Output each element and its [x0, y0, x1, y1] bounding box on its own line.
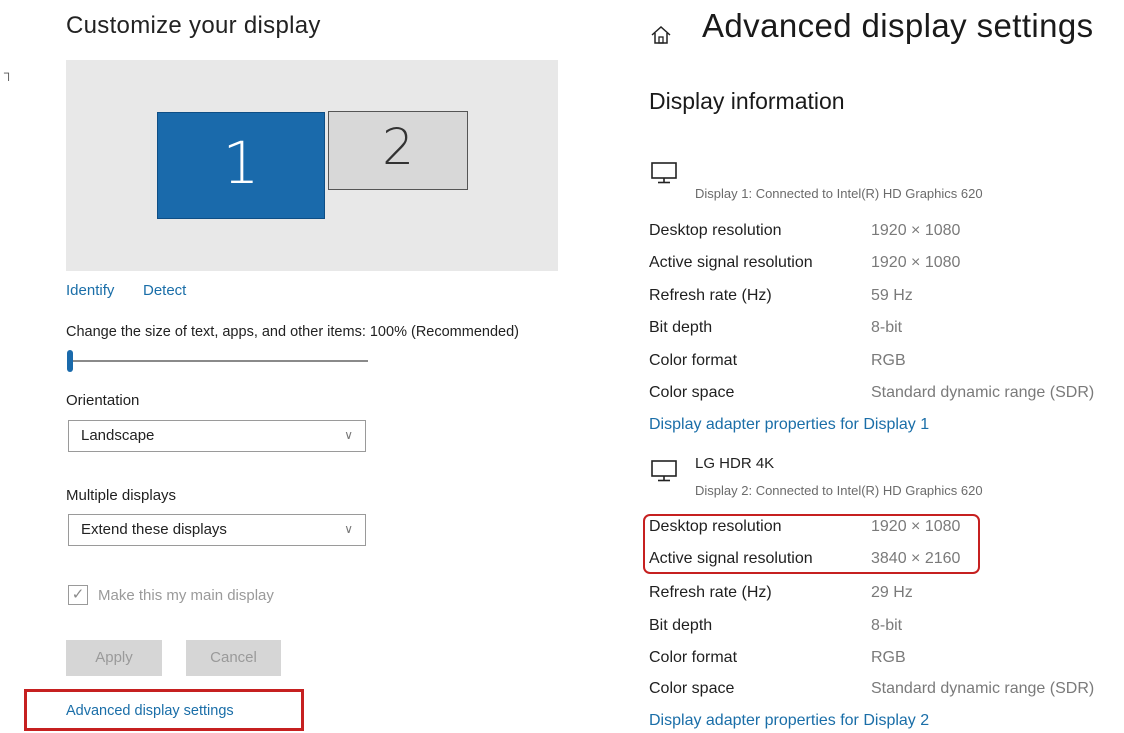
display-arrangement-area[interactable]: 1 2	[66, 60, 558, 271]
chevron-down-icon: ∨	[344, 428, 353, 442]
monitor-tile-2[interactable]: 2	[328, 111, 468, 190]
display2-refresh-rate-value: 29 Hz	[871, 584, 913, 601]
display1-color-space-label: Color space	[649, 384, 735, 401]
display2-name: LG HDR 4K	[695, 455, 775, 472]
display1-color-space-value: Standard dynamic range (SDR)	[871, 384, 1095, 401]
scale-slider-track[interactable]	[70, 360, 368, 362]
monitor-icon	[651, 162, 677, 184]
highlight-box-resolution-rows	[643, 514, 980, 574]
display2-adapter-properties-link[interactable]: Display adapter properties for Display 2	[649, 712, 929, 730]
monitor-tile-1[interactable]: 1	[157, 112, 325, 219]
restore-icon: ┐	[4, 65, 14, 80]
multiple-displays-dropdown[interactable]: Extend these displays ∨	[68, 514, 366, 546]
orientation-label: Orientation	[66, 392, 140, 409]
display2-color-space-value: Standard dynamic range (SDR)	[871, 680, 1095, 697]
display1-adapter-properties-link[interactable]: Display adapter properties for Display 1	[649, 416, 929, 434]
apply-button[interactable]: Apply	[66, 640, 162, 676]
display1-connection-text: Display 1: Connected to Intel(R) HD Grap…	[695, 186, 983, 201]
main-display-checkbox[interactable]: ✓	[68, 585, 88, 605]
display1-color-format-value: RGB	[871, 352, 906, 369]
display2-bit-depth-label: Bit depth	[649, 617, 713, 634]
display1-bit-depth-value: 8-bit	[871, 319, 903, 336]
display1-desktop-resolution-value: 1920 × 1080	[871, 222, 961, 239]
home-icon[interactable]	[650, 24, 672, 46]
display2-color-space-label: Color space	[649, 680, 735, 697]
display2-refresh-rate-label: Refresh rate (Hz)	[649, 584, 772, 601]
display2-connection-text: Display 2: Connected to Intel(R) HD Grap…	[695, 483, 983, 498]
display2-color-format-label: Color format	[649, 649, 738, 666]
display1-active-signal-label: Active signal resolution	[649, 254, 813, 271]
display1-refresh-rate-value: 59 Hz	[871, 287, 913, 304]
monitor-icon	[651, 460, 677, 482]
display2-color-format-value: RGB	[871, 649, 906, 666]
scale-slider-thumb[interactable]	[67, 350, 73, 372]
advanced-display-settings-link[interactable]: Advanced display settings	[66, 703, 234, 719]
monitor-number-2: 2	[382, 118, 414, 176]
display1-refresh-rate-label: Refresh rate (Hz)	[649, 287, 772, 304]
display1-active-signal-value: 1920 × 1080	[871, 254, 961, 271]
display1-desktop-resolution-label: Desktop resolution	[649, 222, 782, 239]
scale-label: Change the size of text, apps, and other…	[66, 324, 519, 340]
page-title-advanced: Advanced display settings	[702, 7, 1094, 44]
orientation-value: Landscape	[81, 427, 155, 444]
chevron-down-icon: ∨	[344, 522, 353, 536]
multiple-displays-value: Extend these displays	[81, 521, 227, 538]
detect-link[interactable]: Detect	[143, 282, 186, 299]
main-display-label: Make this my main display	[98, 587, 274, 604]
display-information-heading: Display information	[649, 88, 845, 114]
display1-bit-depth-label: Bit depth	[649, 319, 713, 336]
monitor-number-1: 1	[222, 129, 260, 197]
display2-bit-depth-value: 8-bit	[871, 617, 903, 634]
identify-link[interactable]: Identify	[66, 282, 114, 299]
orientation-dropdown[interactable]: Landscape ∨	[68, 420, 366, 452]
multiple-displays-label: Multiple displays	[66, 487, 177, 504]
page-title-customize: Customize your display	[66, 12, 321, 39]
cancel-button[interactable]: Cancel	[186, 640, 281, 676]
display1-color-format-label: Color format	[649, 352, 738, 369]
